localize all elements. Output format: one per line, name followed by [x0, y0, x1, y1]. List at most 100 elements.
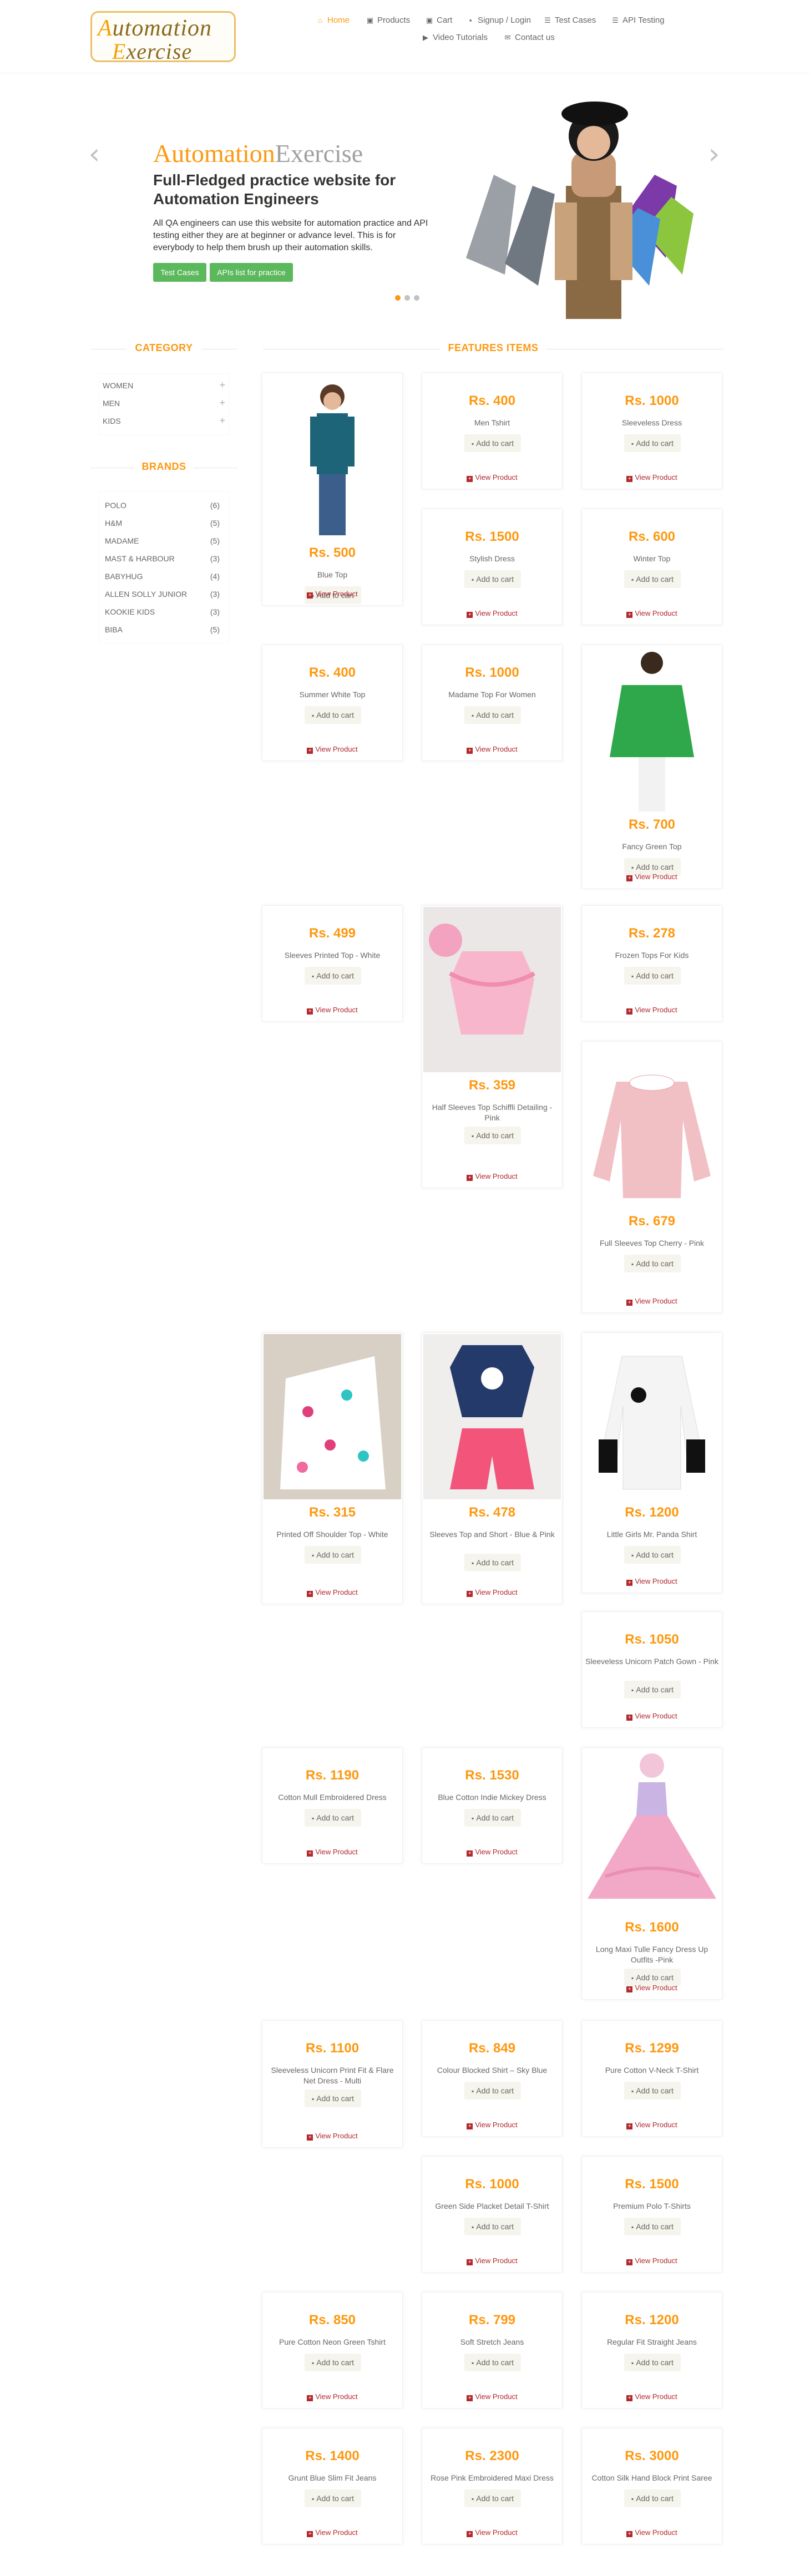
add-to-cart-button[interactable]: ▪Add to cart	[624, 1681, 681, 1698]
brand-biba[interactable]: BIBA (5)	[99, 622, 230, 639]
test-cases-button[interactable]: Test Cases	[153, 263, 206, 282]
add-to-cart-button[interactable]: ▪Add to cart	[305, 2489, 361, 2507]
apis-list-button[interactable]: APIs list for practice	[210, 263, 293, 282]
slider-dot-2[interactable]	[404, 295, 410, 301]
view-product-link[interactable]: + View Product	[582, 2392, 722, 2401]
view-product-link[interactable]: + View Product	[582, 2256, 722, 2265]
product-price: Rs. 499	[308, 926, 356, 941]
add-to-cart-button[interactable]: ▪Add to cart	[624, 570, 681, 588]
add-to-cart-button[interactable]: ▪Add to cart	[624, 1255, 681, 1272]
brand-babyhug[interactable]: BABYHUG (4)	[99, 569, 230, 586]
nav-video-tutorials[interactable]: ▶ Video Tutorials	[422, 33, 488, 42]
nav-home[interactable]: ⌂ Home	[316, 16, 350, 25]
nav-api-testing[interactable]: ☰ API Testing	[611, 16, 664, 25]
category-women[interactable]: WOMEN +	[99, 378, 230, 395]
slider-dot-3[interactable]	[414, 295, 419, 301]
view-product-link[interactable]: + View Product	[262, 2392, 402, 2401]
view-product-link[interactable]: + View Product	[582, 2121, 722, 2129]
add-to-cart-button[interactable]: ▪Add to cart	[464, 2082, 521, 2100]
view-product-link[interactable]: + View Product	[262, 2132, 402, 2141]
view-product-link[interactable]: + View Product	[262, 1006, 402, 1015]
view-product-link[interactable]: + View Product	[262, 1848, 402, 1857]
add-to-cart-button[interactable]: ▪Add to cart	[624, 434, 681, 452]
view-product-link[interactable]: + View Product	[422, 609, 562, 618]
add-to-cart-button[interactable]: ▪Add to cart	[464, 2354, 521, 2371]
add-to-cart-label: Add to cart	[476, 439, 514, 448]
nav-cart[interactable]: ▣ Cart	[426, 16, 453, 25]
nav-video-label: Video Tutorials	[433, 33, 488, 42]
view-product-label: View Product	[635, 2392, 677, 2401]
add-to-cart-button[interactable]: ▪Add to cart	[464, 2218, 521, 2235]
brand-hm[interactable]: H&M (5)	[99, 516, 230, 533]
cart-icon: ▪	[472, 2359, 474, 2367]
add-to-cart-button[interactable]: ▪Add to cart	[305, 1809, 361, 1827]
slider-prev-arrow[interactable]: ‹	[86, 138, 103, 171]
cart-icon: ▪	[312, 2359, 315, 2367]
slider-dot-1[interactable]	[395, 295, 401, 301]
add-to-cart-button[interactable]: ▪Add to cart	[305, 2354, 361, 2371]
add-to-cart-button[interactable]: ▪Add to cart	[624, 967, 681, 985]
add-to-cart-button[interactable]: ▪Add to cart	[305, 967, 361, 985]
view-product-link[interactable]: + View Product	[422, 473, 562, 482]
view-product-link[interactable]: + View Product	[582, 1712, 722, 1721]
nav-test-cases[interactable]: ☰ Test Cases	[544, 16, 596, 25]
add-to-cart-button[interactable]: ▪Add to cart	[624, 1546, 681, 1564]
view-product-link[interactable]: + View Product	[422, 1848, 562, 1857]
view-product-link[interactable]: + View Product	[262, 2528, 402, 2537]
view-product-link[interactable]: + View Product	[582, 1297, 722, 1306]
nav-products[interactable]: ▣ Products	[366, 16, 410, 25]
brand-madame[interactable]: MADAME (5)	[99, 534, 230, 550]
view-product-label: View Product	[635, 2121, 677, 2129]
view-product-label: View Product	[475, 2256, 518, 2265]
view-product-link[interactable]: + View Product	[582, 473, 722, 482]
view-product-link[interactable]: + View Product	[422, 2256, 562, 2265]
add-to-cart-button[interactable]: ▪Add to cart	[624, 2218, 681, 2235]
brand-allen-solly-junior[interactable]: ALLEN SOLLY JUNIOR (3)	[99, 587, 230, 604]
add-to-cart-button[interactable]: ▪Add to cart	[464, 706, 521, 724]
view-product-link[interactable]: + View Product	[582, 609, 722, 618]
add-to-cart-button[interactable]: ▪Add to cart	[305, 706, 361, 724]
add-to-cart-button[interactable]: ▪Add to cart	[624, 2489, 681, 2507]
add-to-cart-button[interactable]: ▪Add to cart	[464, 1554, 521, 1571]
add-to-cart-button[interactable]: ▪Add to cart	[464, 1127, 521, 1144]
add-to-cart-button[interactable]: ▪Add to cart	[624, 2354, 681, 2371]
brand-mast-harbour[interactable]: MAST & HARBOUR (3)	[99, 551, 230, 568]
brand-kookie-kids[interactable]: KOOKIE KIDS (3)	[99, 605, 230, 621]
add-to-cart-button[interactable]: ▪Add to cart	[464, 1809, 521, 1827]
cart-icon: ▪	[312, 2095, 315, 2103]
nav-contact-us[interactable]: ✉ Contact us	[504, 33, 555, 42]
brand-label: KOOKIE KIDS	[105, 607, 155, 616]
view-product-link[interactable]: + View Product	[262, 590, 402, 599]
list-icon: ☰	[544, 16, 551, 24]
product-price: Rs. 2300	[465, 2448, 519, 2463]
nav-signup-login[interactable]: ▪ Signup / Login	[467, 16, 531, 25]
category-men[interactable]: MEN +	[99, 396, 230, 413]
view-product-link[interactable]: + View Product	[262, 1588, 402, 1597]
view-product-link[interactable]: + View Product	[582, 2528, 722, 2537]
add-to-cart-button[interactable]: ▪Add to cart	[464, 2489, 521, 2507]
site-logo[interactable]: Automation Exercise	[90, 11, 236, 64]
view-product-link[interactable]: + View Product	[582, 1577, 722, 1586]
view-product-link[interactable]: + View Product	[422, 1588, 562, 1597]
product-price: Rs. 478	[468, 1505, 516, 1520]
add-to-cart-button[interactable]: ▪Add to cart	[624, 2082, 681, 2100]
view-product-link[interactable]: + View Product	[422, 745, 562, 754]
view-product-link[interactable]: + View Product	[262, 745, 402, 754]
category-kids[interactable]: KIDS +	[99, 414, 230, 430]
view-product-link[interactable]: + View Product	[582, 1006, 722, 1015]
brand-polo[interactable]: POLO (6)	[99, 498, 230, 515]
product-image	[583, 646, 721, 812]
add-to-cart-button[interactable]: ▪Add to cart	[305, 2090, 361, 2107]
view-product-link[interactable]: + View Product	[422, 2528, 562, 2537]
add-to-cart-button[interactable]: ▪Add to cart	[464, 570, 521, 588]
product-image	[423, 1334, 561, 1499]
view-product-link[interactable]: + View Product	[422, 2121, 562, 2129]
view-product-link[interactable]: + View Product	[422, 1172, 562, 1181]
product-name: Blue Cotton Indie Mickey Dress	[438, 1793, 546, 1802]
product-price: Rs. 600	[628, 529, 676, 544]
view-product-link[interactable]: + View Product	[582, 873, 722, 881]
view-product-link[interactable]: + View Product	[422, 2392, 562, 2401]
add-to-cart-button[interactable]: ▪Add to cart	[464, 434, 521, 452]
view-product-link[interactable]: + View Product	[582, 1984, 722, 1992]
add-to-cart-button[interactable]: ▪Add to cart	[305, 1546, 361, 1564]
